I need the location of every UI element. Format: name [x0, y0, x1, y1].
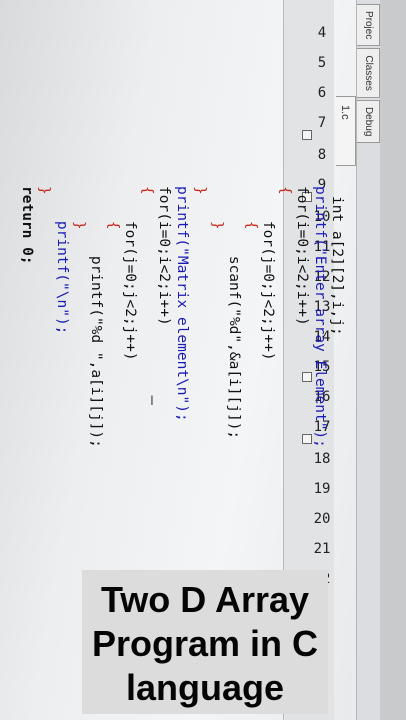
line-number: 5 — [317, 55, 327, 71]
code-line: printf("\n"); — [54, 186, 70, 335]
code-line: for(i=0;i<2;i++) — [156, 186, 172, 326]
code-line: } — [36, 186, 52, 195]
code-line: for(i=0;i<2;i++) — [294, 186, 310, 326]
fold-toggle-icon[interactable] — [302, 434, 312, 444]
caption-line: Two D Array — [100, 579, 310, 620]
text-cursor-icon: I — [150, 392, 154, 408]
fold-toggle-icon[interactable] — [302, 130, 312, 140]
ide-toolbar — [379, 0, 406, 720]
line-number: 8 — [317, 147, 327, 163]
code-line: } — [192, 186, 208, 195]
code-line: { — [139, 186, 155, 195]
code-line: printf("%d ",a[i][j]); — [88, 186, 104, 448]
photo-of-monitor: Projec Classes Debug 1.c 4 5 6 7 8 9 10 … — [0, 0, 406, 720]
code-line: for(j=0;j<2;j++) — [260, 186, 276, 361]
code-line: scanf("%d",&a[i][j]); — [226, 186, 242, 440]
line-number: 19 — [313, 481, 331, 497]
code-line: int a[2][2],i,j; — [329, 196, 345, 336]
line-number: 7 — [317, 115, 327, 131]
code-line: return 0; — [19, 186, 35, 265]
code-line: } — [71, 186, 87, 230]
line-number: 18 — [313, 451, 331, 467]
line-number: 4 — [317, 25, 327, 41]
line-number: 6 — [317, 85, 327, 101]
tab-debug[interactable]: Debug — [357, 99, 380, 144]
code-line: { — [243, 186, 259, 230]
tab-project[interactable]: Projec — [357, 4, 380, 47]
line-number: 21 — [313, 541, 331, 557]
code-line: { — [105, 186, 121, 230]
caption-line: language — [125, 667, 285, 708]
tab-classes[interactable]: Classes — [357, 48, 380, 98]
caption-line: Program in C — [91, 623, 319, 664]
line-number: 20 — [313, 511, 331, 527]
video-caption: Two D Array Program in C language — [82, 570, 328, 714]
code-line: printf("Enter array Element"); — [312, 186, 328, 448]
fold-toggle-icon[interactable] — [302, 372, 312, 382]
code-line: { — [277, 186, 293, 195]
file-tab-label: 1.c — [339, 105, 351, 120]
code-line: for(j=0;j<2;j++) — [122, 186, 138, 361]
left-panel-tabs: Projec Classes Debug — [356, 0, 380, 720]
code-line: } — [209, 186, 225, 230]
file-tab[interactable]: 1.c — [336, 96, 356, 166]
code-line: printf("Matrix element\n"); — [174, 186, 190, 422]
